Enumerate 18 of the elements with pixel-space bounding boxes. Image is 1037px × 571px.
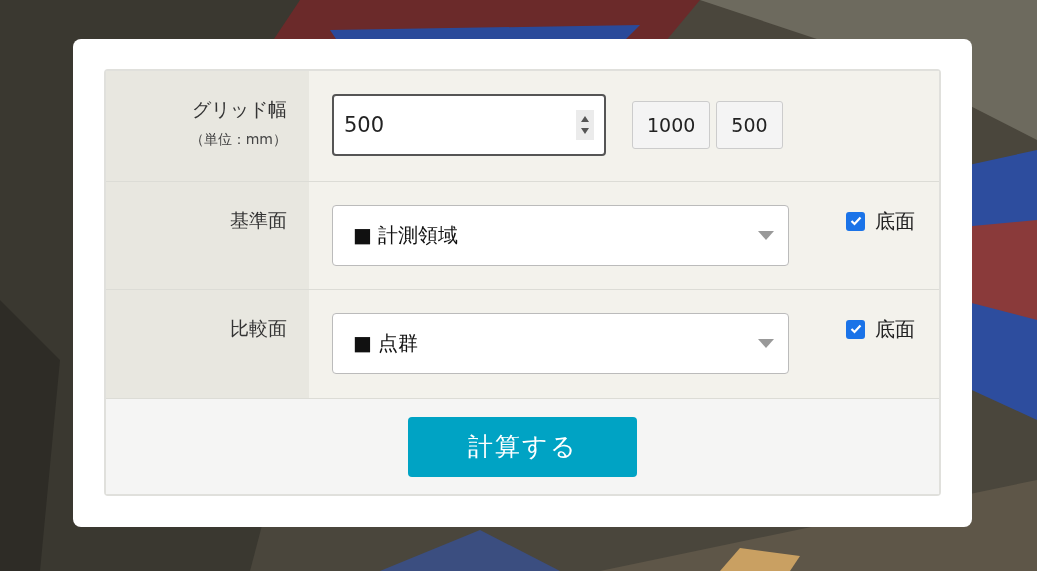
- checkbox[interactable]: [846, 211, 865, 231]
- select-field[interactable]: ■ 点群: [332, 313, 789, 374]
- check-icon: [849, 324, 862, 334]
- checkbox-label: 底面: [875, 207, 915, 235]
- checkbox[interactable]: [846, 319, 865, 339]
- check-icon: [849, 216, 862, 226]
- caret-icon: [758, 231, 774, 240]
- preset-button[interactable]: 500: [716, 101, 783, 149]
- unit-label: （単位：mm）: [189, 131, 287, 149]
- field-label: グリッド幅: [192, 97, 287, 122]
- field-label: 比較面: [230, 316, 287, 341]
- preset-button[interactable]: 1000: [632, 101, 711, 149]
- number-field[interactable]: 500: [332, 94, 606, 156]
- select-field[interactable]: ■ 計測領域: [332, 205, 789, 266]
- caret-icon: [758, 339, 774, 348]
- field-label: 基準面: [230, 208, 287, 233]
- spinner-icon: [576, 110, 594, 140]
- checkbox-label: 底面: [875, 315, 915, 343]
